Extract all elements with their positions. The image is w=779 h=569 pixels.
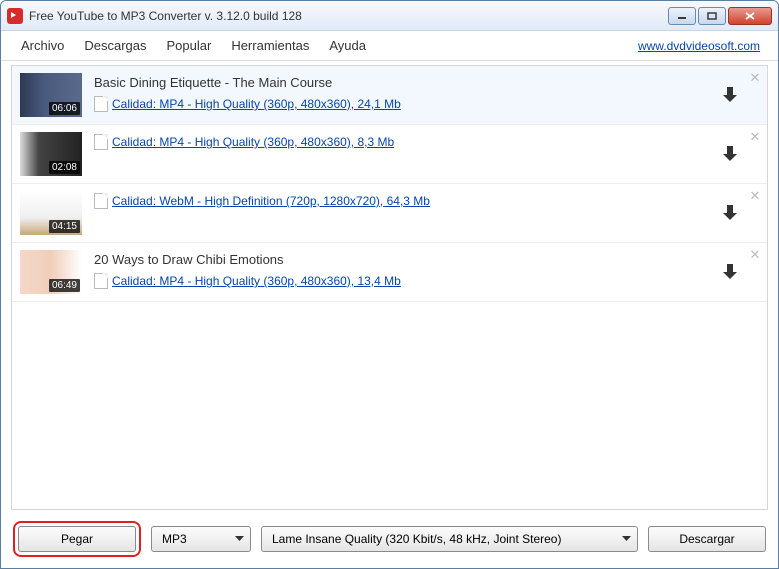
menu-herramientas[interactable]: Herramientas (221, 34, 319, 57)
maximize-button[interactable] (698, 7, 726, 25)
download-arrow-icon[interactable] (721, 203, 741, 223)
file-icon (94, 273, 108, 289)
item-info: Calidad: WebM - High Definition (720p, 1… (82, 191, 721, 209)
item-info: 20 Ways to Draw Chibi Emotions Calidad: M… (82, 250, 721, 289)
remove-item-button[interactable]: ✕ (749, 72, 761, 84)
quality-row: Calidad: MP4 - High Quality (360p, 480x3… (94, 96, 721, 112)
download-button[interactable]: Descargar (648, 526, 766, 552)
quality-link[interactable]: Calidad: MP4 - High Quality (360p, 480x3… (112, 135, 394, 149)
remove-item-button[interactable]: ✕ (749, 249, 761, 261)
bottom-toolbar: Pegar MP3 Lame Insane Quality (320 Kbit/… (1, 520, 778, 568)
download-list: 06:06Basic Dining Etiquette - The Main C… (11, 65, 768, 510)
minimize-icon (677, 12, 687, 20)
chevron-down-icon (622, 536, 631, 542)
list-item[interactable]: 06:06Basic Dining Etiquette - The Main C… (12, 66, 767, 125)
quality-link[interactable]: Calidad: MP4 - High Quality (360p, 480x3… (112, 274, 401, 288)
format-dropdown[interactable]: MP3 (151, 526, 251, 552)
download-arrow-icon[interactable] (721, 262, 741, 282)
download-arrow-icon[interactable] (721, 85, 741, 105)
quality-row: Calidad: MP4 - High Quality (360p, 480x3… (94, 273, 721, 289)
window-controls (668, 7, 772, 25)
duration-badge: 04:15 (49, 220, 80, 233)
duration-badge: 06:49 (49, 279, 80, 292)
window-title: Free YouTube to MP3 Converter v. 3.12.0 … (29, 9, 668, 23)
app-window: Free YouTube to MP3 Converter v. 3.12.0 … (0, 0, 779, 569)
duration-badge: 02:08 (49, 161, 80, 174)
format-value: MP3 (162, 532, 187, 546)
list-item[interactable]: 06:49 20 Ways to Draw Chibi Emotions Calid… (12, 243, 767, 302)
close-icon (745, 12, 755, 20)
video-thumbnail[interactable]: 06:06 (20, 73, 82, 117)
file-icon (94, 193, 108, 209)
menu-popular[interactable]: Popular (157, 34, 222, 57)
list-item[interactable]: 04:15 Calidad: WebM - High Definition (72… (12, 184, 767, 243)
paste-highlight: Pegar (13, 521, 141, 557)
item-info: Basic Dining Etiquette - The Main Course… (82, 73, 721, 112)
item-info: Calidad: MP4 - High Quality (360p, 480x3… (82, 132, 721, 150)
quality-value: Lame Insane Quality (320 Kbit/s, 48 kHz,… (272, 532, 561, 546)
remove-item-button[interactable]: ✕ (749, 190, 761, 202)
menu-descargas[interactable]: Descargas (74, 34, 156, 57)
quality-link[interactable]: Calidad: MP4 - High Quality (360p, 480x3… (112, 97, 401, 111)
menu-ayuda[interactable]: Ayuda (319, 34, 376, 57)
quality-dropdown[interactable]: Lame Insane Quality (320 Kbit/s, 48 kHz,… (261, 526, 638, 552)
quality-row: Calidad: MP4 - High Quality (360p, 480x3… (94, 134, 721, 150)
duration-badge: 06:06 (49, 102, 80, 115)
chevron-down-icon (235, 536, 244, 542)
paste-button[interactable]: Pegar (18, 526, 136, 552)
remove-item-button[interactable]: ✕ (749, 131, 761, 143)
menu-archivo[interactable]: Archivo (11, 34, 74, 57)
list-item[interactable]: 02:08 Calidad: MP4 - High Quality (360p, … (12, 125, 767, 184)
quality-link[interactable]: Calidad: WebM - High Definition (720p, 1… (112, 194, 430, 208)
video-thumbnail[interactable]: 02:08 (20, 132, 82, 176)
file-icon (94, 96, 108, 112)
quality-row: Calidad: WebM - High Definition (720p, 1… (94, 193, 721, 209)
video-thumbnail[interactable]: 04:15 (20, 191, 82, 235)
video-thumbnail[interactable]: 06:49 (20, 250, 82, 294)
app-icon (7, 8, 23, 24)
menubar: Archivo Descargas Popular Herramientas A… (1, 31, 778, 61)
file-icon (94, 134, 108, 150)
minimize-button[interactable] (668, 7, 696, 25)
download-arrow-icon[interactable] (721, 144, 741, 164)
site-link[interactable]: www.dvdvideosoft.com (638, 39, 768, 53)
video-title: 20 Ways to Draw Chibi Emotions (94, 252, 721, 267)
titlebar[interactable]: Free YouTube to MP3 Converter v. 3.12.0 … (1, 1, 778, 31)
maximize-icon (707, 12, 717, 20)
video-title: Basic Dining Etiquette - The Main Course (94, 75, 721, 90)
close-button[interactable] (728, 7, 772, 25)
